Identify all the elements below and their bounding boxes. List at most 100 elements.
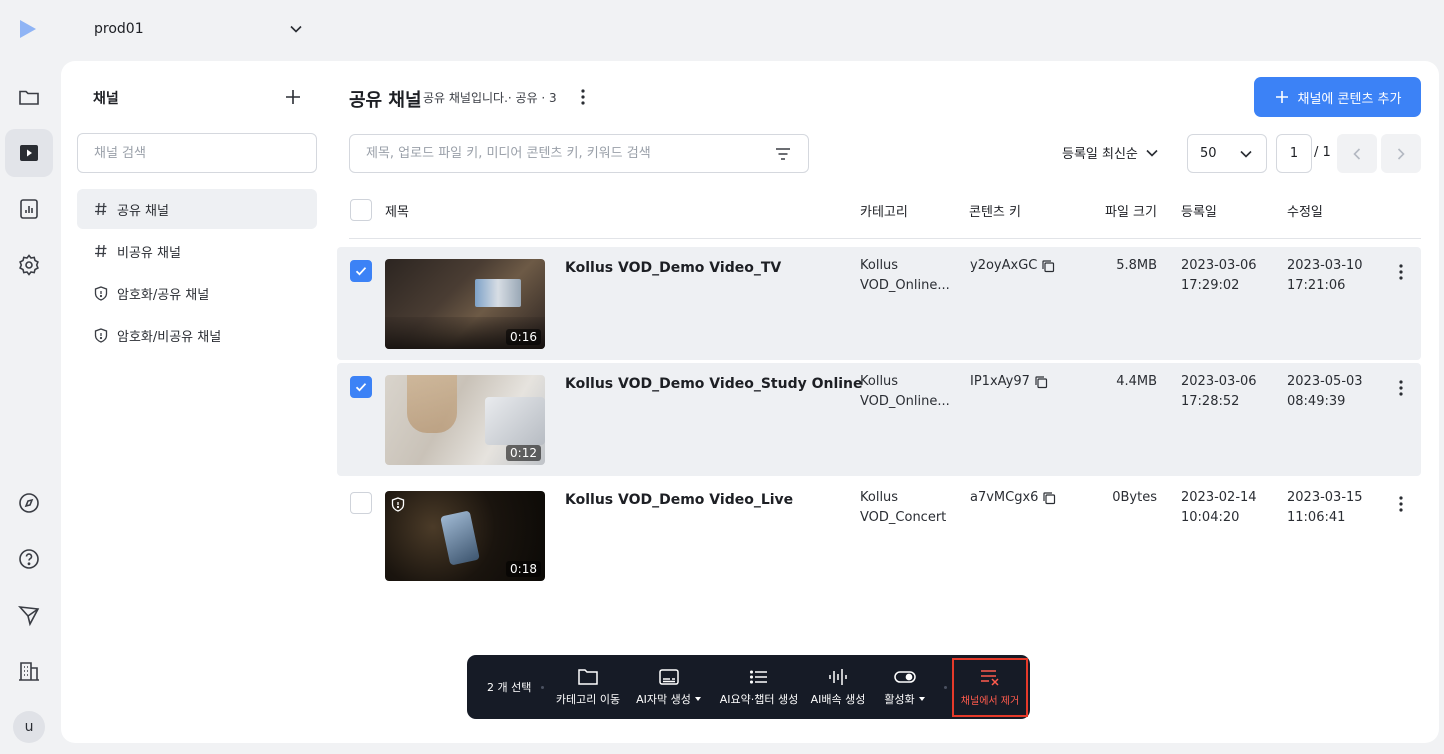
column-header-modified[interactable]: 수정일 [1287, 201, 1323, 220]
check-icon [354, 380, 368, 394]
select-all-checkbox[interactable] [350, 199, 372, 221]
channel-item-label: 비공유 채널 [117, 245, 181, 261]
video-thumbnail[interactable]: 0:18 [385, 491, 545, 581]
column-header-key[interactable]: 콘텐츠 키 [969, 201, 1021, 220]
sort-dropdown[interactable]: 등록일 최신순 [1062, 143, 1160, 162]
content-key-value: IP1xAy97 [970, 374, 1030, 389]
per-page-value: 50 [1200, 146, 1217, 161]
workspace-selector[interactable]: prod01 [94, 18, 304, 40]
row-category: Kollus VOD_Online... [860, 256, 950, 296]
row-more-button[interactable] [1391, 262, 1411, 282]
channel-search-input[interactable] [77, 133, 317, 173]
chevron-down-icon [1144, 145, 1160, 161]
action-label: AI자막 생성 [636, 693, 691, 706]
waveform-icon [827, 667, 849, 687]
copy-icon[interactable] [1041, 259, 1055, 273]
gear-icon [17, 253, 41, 277]
content-search[interactable] [349, 134, 809, 173]
ai-subtitle-button[interactable]: AI자막 생성 [635, 663, 703, 711]
building-icon [17, 659, 41, 683]
activate-button[interactable]: 활성화 [881, 663, 929, 711]
page-input[interactable]: 1 [1276, 134, 1312, 173]
filter-icon[interactable] [774, 145, 792, 163]
action-label: 활성화 [884, 693, 915, 706]
prev-page-button[interactable] [1337, 134, 1377, 173]
action-label: 카테고리 이동 [555, 693, 621, 706]
remove-from-channel-button[interactable]: 채널에서 제거 [957, 663, 1023, 711]
nav-folder-button[interactable] [5, 73, 53, 121]
copy-icon[interactable] [1042, 491, 1056, 505]
row-content-key: y2oyAxGC [970, 256, 1055, 276]
send-icon [17, 603, 41, 627]
nav-help-button[interactable] [5, 535, 53, 583]
more-vertical-icon [573, 87, 593, 107]
row-created: 2023-03-06 17:28:52 [1181, 372, 1257, 412]
content-search-input[interactable] [366, 146, 774, 161]
add-content-button[interactable]: 채널에 콘텐츠 추가 [1254, 77, 1421, 117]
row-modified: 2023-05-03 08:49:39 [1287, 372, 1363, 412]
nav-video-button[interactable] [5, 129, 53, 177]
row-more-button[interactable] [1391, 378, 1411, 398]
row-title[interactable]: Kollus VOD_Demo Video_Live [565, 490, 793, 510]
ai-summary-chapter-button[interactable]: AI요약·챕터 생성 [720, 663, 798, 711]
channel-item-encrypted-unshared[interactable]: 암호화/비공유 채널 [77, 315, 317, 355]
row-title[interactable]: Kollus VOD_Demo Video_TV [565, 258, 781, 278]
modified-time: 11:06:41 [1287, 510, 1346, 525]
row-checkbox[interactable] [350, 376, 372, 398]
created-date: 2023-03-06 [1181, 374, 1257, 389]
nav-send-button[interactable] [5, 591, 53, 639]
help-icon [17, 547, 41, 571]
column-header-created[interactable]: 등록일 [1181, 201, 1217, 220]
folder-icon [577, 667, 599, 687]
chevron-left-icon [1349, 146, 1365, 162]
row-created: 2023-03-06 17:29:02 [1181, 256, 1257, 296]
separator-dot [541, 686, 544, 689]
row-more-button[interactable] [1391, 494, 1411, 514]
column-header-title[interactable]: 제목 [385, 201, 409, 220]
play-square-icon [17, 141, 41, 165]
created-date: 2023-02-14 [1181, 490, 1257, 505]
row-title[interactable]: Kollus VOD_Demo Video_Study Online [565, 374, 863, 394]
header-divider [349, 238, 1421, 239]
channel-item-encrypted-shared[interactable]: 암호화/공유 채널 [77, 273, 317, 313]
channel-item-label: 공유 채널 [117, 203, 169, 219]
next-page-button[interactable] [1381, 134, 1421, 173]
ai-speed-button[interactable]: AI배속 생성 [811, 663, 865, 711]
chart-icon [17, 197, 41, 221]
column-header-category[interactable]: 카테고리 [860, 201, 908, 220]
bulk-action-bar: 2 개 선택 카테고리 이동 AI자막 생성 AI요약·챕터 생성 AI배속 생… [467, 655, 1030, 719]
add-channel-button[interactable] [283, 87, 303, 107]
channel-more-button[interactable] [573, 87, 593, 107]
avatar[interactable]: u [13, 711, 45, 743]
modified-date: 2023-05-03 [1287, 374, 1363, 389]
chevron-down-icon [1238, 146, 1254, 162]
created-time: 17:29:02 [1181, 278, 1240, 293]
row-checkbox[interactable] [350, 260, 372, 282]
row-checkbox[interactable] [350, 492, 372, 514]
copy-icon[interactable] [1034, 375, 1048, 389]
logo-icon[interactable] [18, 18, 38, 40]
row-modified: 2023-03-15 11:06:41 [1287, 488, 1363, 528]
plus-icon [283, 87, 303, 107]
per-page-select[interactable]: 50 [1187, 134, 1267, 173]
channel-item-shared[interactable]: 공유 채널 [77, 189, 317, 229]
column-header-size[interactable]: 파일 크기 [1105, 201, 1157, 220]
row-file-size: 4.4MB [1116, 374, 1157, 389]
video-thumbnail[interactable]: 0:12 [385, 375, 545, 465]
modified-time: 17:21:06 [1287, 278, 1346, 293]
hash-icon [93, 243, 109, 259]
page-total: / 1 [1314, 145, 1331, 160]
nav-settings-button[interactable] [5, 241, 53, 289]
nav-explore-button[interactable] [5, 479, 53, 527]
category-line: Kollus [860, 258, 899, 273]
nav-organization-button[interactable] [5, 647, 53, 695]
more-vertical-icon [1391, 378, 1411, 398]
modified-date: 2023-03-10 [1287, 258, 1363, 273]
row-file-size: 0Bytes [1112, 490, 1157, 505]
video-thumbnail[interactable]: 0:16 [385, 259, 545, 349]
channel-item-unshared[interactable]: 비공유 채널 [77, 231, 317, 271]
move-category-button[interactable]: 카테고리 이동 [555, 663, 621, 711]
nav-stats-button[interactable] [5, 185, 53, 233]
video-duration: 0:16 [506, 329, 541, 345]
video-duration: 0:18 [506, 561, 541, 577]
